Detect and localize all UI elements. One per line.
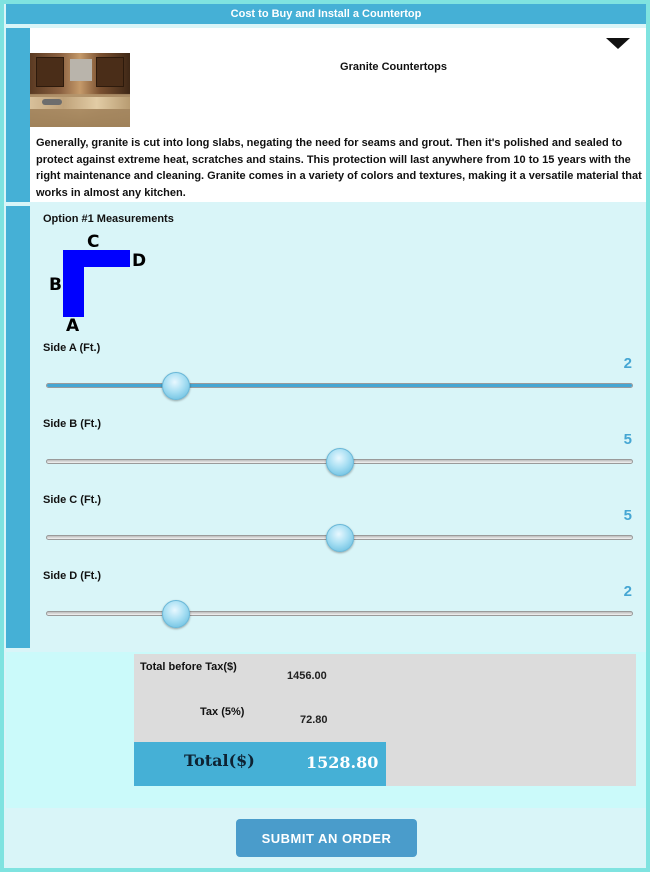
side-b-slider[interactable] — [46, 448, 633, 476]
shape-label-b: B — [49, 275, 62, 295]
submit-order-button[interactable]: SUBMIT AN ORDER — [236, 819, 417, 857]
l-shape-horizontal — [63, 250, 130, 267]
caret-down-icon[interactable] — [606, 38, 630, 49]
product-panel: Granite Countertops Generally, granite i… — [6, 28, 646, 202]
side-d-label: Side D (Ft.) — [43, 570, 102, 582]
side-b-value: 5 — [623, 431, 632, 448]
page-header: Cost to Buy and Install a Countertop — [6, 4, 646, 24]
panel-accent-bar — [6, 28, 30, 202]
product-title: Granite Countertops — [340, 61, 447, 73]
tax-label: Tax (5%) — [200, 706, 245, 718]
product-description: Generally, granite is cut into long slab… — [36, 137, 642, 199]
shape-label-d: D — [132, 251, 146, 271]
side-d-value: 2 — [623, 583, 632, 600]
side-d-slider[interactable] — [46, 600, 633, 628]
side-c-label: Side C (Ft.) — [43, 494, 102, 506]
side-a-slider-handle[interactable] — [161, 372, 190, 400]
grand-total-label: Total($) — [184, 751, 255, 770]
side-c-slider[interactable] — [46, 524, 633, 552]
side-a-slider-fill — [47, 384, 632, 387]
side-a-label: Side A (Ft.) — [43, 342, 101, 354]
side-b-label: Side B (Ft.) — [43, 418, 102, 430]
measurements-title: Option #1 Measurements — [43, 213, 174, 225]
tax-value: 72.80 — [300, 714, 328, 726]
shape-label-c: C — [87, 232, 99, 252]
measurements-panel: Option #1 Measurements C D B A Side A (F… — [6, 206, 646, 648]
total-before-tax-label: Total before Tax($) — [140, 661, 237, 673]
side-b-slider-handle[interactable] — [325, 448, 354, 476]
side-d-slider-handle[interactable] — [161, 600, 190, 628]
grand-total-value: 1528.80 — [306, 753, 379, 772]
shape-label-a: A — [66, 316, 80, 336]
grand-total-box: Total($) 1528.80 — [134, 742, 386, 786]
granite-kitchen-image — [30, 53, 130, 127]
side-c-value: 5 — [623, 507, 632, 524]
side-a-value: 2 — [623, 355, 632, 372]
total-before-tax-value: 1456.00 — [287, 670, 327, 682]
side-a-slider[interactable] — [46, 372, 633, 400]
side-c-slider-handle[interactable] — [325, 524, 354, 552]
l-shape-diagram: C D B A — [49, 232, 146, 336]
page-title: Cost to Buy and Install a Countertop — [230, 8, 422, 20]
panel-accent-bar — [6, 206, 30, 648]
